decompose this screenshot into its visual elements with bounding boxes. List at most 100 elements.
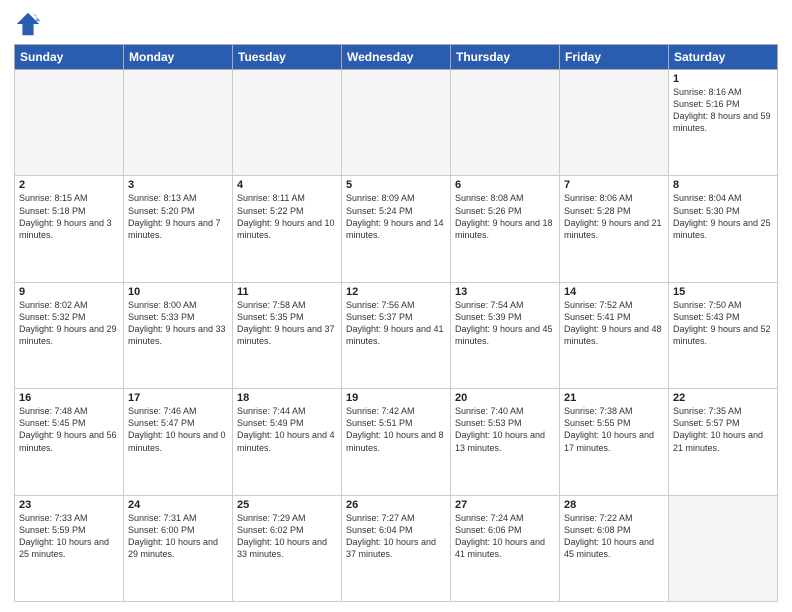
day-number: 22 <box>673 392 773 404</box>
day-info: Sunrise: 8:15 AM Sunset: 5:18 PM Dayligh… <box>19 192 119 241</box>
day-number: 15 <box>673 286 773 298</box>
calendar-cell: 14Sunrise: 7:52 AM Sunset: 5:41 PM Dayli… <box>560 282 669 388</box>
day-info: Sunrise: 7:38 AM Sunset: 5:55 PM Dayligh… <box>564 405 664 454</box>
day-info: Sunrise: 7:42 AM Sunset: 5:51 PM Dayligh… <box>346 405 446 454</box>
day-info: Sunrise: 7:35 AM Sunset: 5:57 PM Dayligh… <box>673 405 773 454</box>
day-number: 28 <box>564 499 664 511</box>
day-info: Sunrise: 8:09 AM Sunset: 5:24 PM Dayligh… <box>346 192 446 241</box>
day-info: Sunrise: 7:46 AM Sunset: 5:47 PM Dayligh… <box>128 405 228 454</box>
weekday-header: Thursday <box>451 45 560 70</box>
calendar-cell: 1Sunrise: 8:16 AM Sunset: 5:16 PM Daylig… <box>669 70 778 176</box>
day-info: Sunrise: 7:52 AM Sunset: 5:41 PM Dayligh… <box>564 299 664 348</box>
day-info: Sunrise: 7:33 AM Sunset: 5:59 PM Dayligh… <box>19 512 119 561</box>
day-info: Sunrise: 8:11 AM Sunset: 5:22 PM Dayligh… <box>237 192 337 241</box>
day-info: Sunrise: 7:40 AM Sunset: 5:53 PM Dayligh… <box>455 405 555 454</box>
day-info: Sunrise: 7:54 AM Sunset: 5:39 PM Dayligh… <box>455 299 555 348</box>
calendar: SundayMondayTuesdayWednesdayThursdayFrid… <box>14 44 778 602</box>
calendar-cell: 23Sunrise: 7:33 AM Sunset: 5:59 PM Dayli… <box>15 495 124 601</box>
day-number: 18 <box>237 392 337 404</box>
day-number: 26 <box>346 499 446 511</box>
calendar-cell: 26Sunrise: 7:27 AM Sunset: 6:04 PM Dayli… <box>342 495 451 601</box>
weekday-header: Sunday <box>15 45 124 70</box>
calendar-cell: 6Sunrise: 8:08 AM Sunset: 5:26 PM Daylig… <box>451 176 560 282</box>
day-number: 4 <box>237 179 337 191</box>
day-number: 13 <box>455 286 555 298</box>
day-info: Sunrise: 7:24 AM Sunset: 6:06 PM Dayligh… <box>455 512 555 561</box>
day-number: 2 <box>19 179 119 191</box>
logo <box>14 10 44 38</box>
calendar-cell <box>560 70 669 176</box>
day-number: 5 <box>346 179 446 191</box>
day-info: Sunrise: 8:04 AM Sunset: 5:30 PM Dayligh… <box>673 192 773 241</box>
day-number: 24 <box>128 499 228 511</box>
calendar-cell: 17Sunrise: 7:46 AM Sunset: 5:47 PM Dayli… <box>124 389 233 495</box>
weekday-header: Wednesday <box>342 45 451 70</box>
day-info: Sunrise: 7:48 AM Sunset: 5:45 PM Dayligh… <box>19 405 119 454</box>
calendar-week: 16Sunrise: 7:48 AM Sunset: 5:45 PM Dayli… <box>15 389 778 495</box>
calendar-cell: 13Sunrise: 7:54 AM Sunset: 5:39 PM Dayli… <box>451 282 560 388</box>
calendar-cell: 25Sunrise: 7:29 AM Sunset: 6:02 PM Dayli… <box>233 495 342 601</box>
calendar-cell <box>451 70 560 176</box>
day-number: 17 <box>128 392 228 404</box>
day-info: Sunrise: 7:22 AM Sunset: 6:08 PM Dayligh… <box>564 512 664 561</box>
day-number: 11 <box>237 286 337 298</box>
calendar-cell: 10Sunrise: 8:00 AM Sunset: 5:33 PM Dayli… <box>124 282 233 388</box>
day-info: Sunrise: 7:50 AM Sunset: 5:43 PM Dayligh… <box>673 299 773 348</box>
calendar-cell: 9Sunrise: 8:02 AM Sunset: 5:32 PM Daylig… <box>15 282 124 388</box>
calendar-cell: 3Sunrise: 8:13 AM Sunset: 5:20 PM Daylig… <box>124 176 233 282</box>
calendar-week: 23Sunrise: 7:33 AM Sunset: 5:59 PM Dayli… <box>15 495 778 601</box>
day-number: 21 <box>564 392 664 404</box>
calendar-week: 9Sunrise: 8:02 AM Sunset: 5:32 PM Daylig… <box>15 282 778 388</box>
day-info: Sunrise: 8:00 AM Sunset: 5:33 PM Dayligh… <box>128 299 228 348</box>
day-info: Sunrise: 7:31 AM Sunset: 6:00 PM Dayligh… <box>128 512 228 561</box>
calendar-cell <box>669 495 778 601</box>
calendar-cell <box>124 70 233 176</box>
calendar-cell: 11Sunrise: 7:58 AM Sunset: 5:35 PM Dayli… <box>233 282 342 388</box>
day-number: 25 <box>237 499 337 511</box>
calendar-cell: 18Sunrise: 7:44 AM Sunset: 5:49 PM Dayli… <box>233 389 342 495</box>
calendar-cell: 15Sunrise: 7:50 AM Sunset: 5:43 PM Dayli… <box>669 282 778 388</box>
calendar-cell <box>233 70 342 176</box>
calendar-cell <box>342 70 451 176</box>
day-number: 1 <box>673 73 773 85</box>
weekday-header: Friday <box>560 45 669 70</box>
calendar-cell: 24Sunrise: 7:31 AM Sunset: 6:00 PM Dayli… <box>124 495 233 601</box>
calendar-cell: 12Sunrise: 7:56 AM Sunset: 5:37 PM Dayli… <box>342 282 451 388</box>
calendar-cell: 16Sunrise: 7:48 AM Sunset: 5:45 PM Dayli… <box>15 389 124 495</box>
day-info: Sunrise: 8:06 AM Sunset: 5:28 PM Dayligh… <box>564 192 664 241</box>
weekday-header: Tuesday <box>233 45 342 70</box>
day-info: Sunrise: 8:02 AM Sunset: 5:32 PM Dayligh… <box>19 299 119 348</box>
calendar-cell: 5Sunrise: 8:09 AM Sunset: 5:24 PM Daylig… <box>342 176 451 282</box>
calendar-cell: 21Sunrise: 7:38 AM Sunset: 5:55 PM Dayli… <box>560 389 669 495</box>
logo-icon <box>14 10 42 38</box>
day-number: 8 <box>673 179 773 191</box>
day-number: 3 <box>128 179 228 191</box>
calendar-cell: 8Sunrise: 8:04 AM Sunset: 5:30 PM Daylig… <box>669 176 778 282</box>
day-number: 9 <box>19 286 119 298</box>
day-number: 16 <box>19 392 119 404</box>
day-info: Sunrise: 8:16 AM Sunset: 5:16 PM Dayligh… <box>673 86 773 135</box>
calendar-week: 2Sunrise: 8:15 AM Sunset: 5:18 PM Daylig… <box>15 176 778 282</box>
day-info: Sunrise: 7:56 AM Sunset: 5:37 PM Dayligh… <box>346 299 446 348</box>
day-number: 19 <box>346 392 446 404</box>
calendar-cell: 22Sunrise: 7:35 AM Sunset: 5:57 PM Dayli… <box>669 389 778 495</box>
day-number: 6 <box>455 179 555 191</box>
calendar-cell: 19Sunrise: 7:42 AM Sunset: 5:51 PM Dayli… <box>342 389 451 495</box>
day-info: Sunrise: 8:13 AM Sunset: 5:20 PM Dayligh… <box>128 192 228 241</box>
day-number: 12 <box>346 286 446 298</box>
day-number: 20 <box>455 392 555 404</box>
header <box>14 10 778 38</box>
day-info: Sunrise: 7:27 AM Sunset: 6:04 PM Dayligh… <box>346 512 446 561</box>
day-info: Sunrise: 7:44 AM Sunset: 5:49 PM Dayligh… <box>237 405 337 454</box>
weekday-header: Monday <box>124 45 233 70</box>
calendar-cell: 7Sunrise: 8:06 AM Sunset: 5:28 PM Daylig… <box>560 176 669 282</box>
calendar-week: 1Sunrise: 8:16 AM Sunset: 5:16 PM Daylig… <box>15 70 778 176</box>
day-info: Sunrise: 7:29 AM Sunset: 6:02 PM Dayligh… <box>237 512 337 561</box>
day-number: 27 <box>455 499 555 511</box>
calendar-cell: 2Sunrise: 8:15 AM Sunset: 5:18 PM Daylig… <box>15 176 124 282</box>
page: SundayMondayTuesdayWednesdayThursdayFrid… <box>0 0 792 612</box>
day-info: Sunrise: 7:58 AM Sunset: 5:35 PM Dayligh… <box>237 299 337 348</box>
calendar-cell <box>15 70 124 176</box>
calendar-cell: 27Sunrise: 7:24 AM Sunset: 6:06 PM Dayli… <box>451 495 560 601</box>
calendar-cell: 4Sunrise: 8:11 AM Sunset: 5:22 PM Daylig… <box>233 176 342 282</box>
